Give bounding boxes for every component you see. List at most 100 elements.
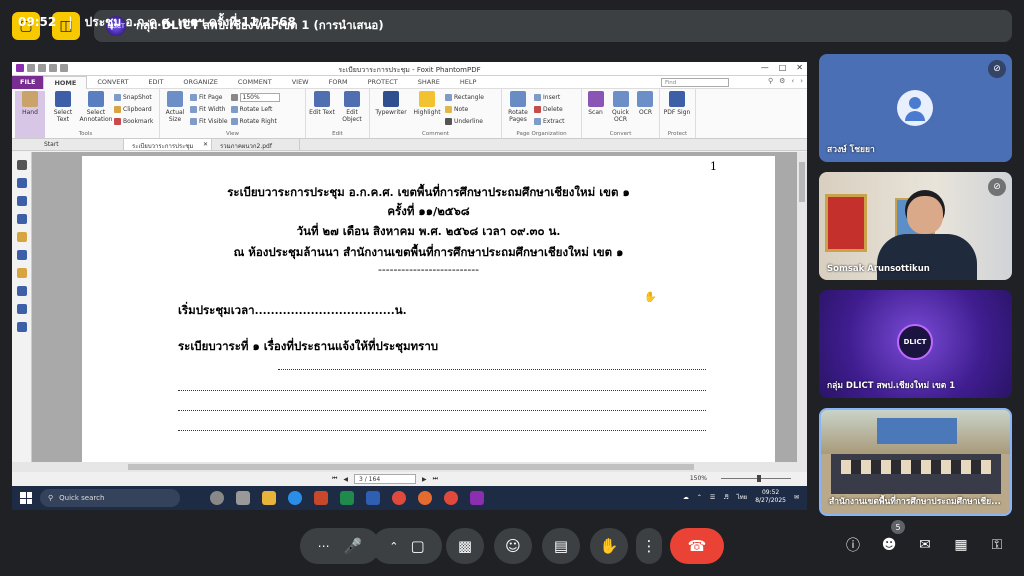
chevron-up-icon[interactable]: ⌃ — [389, 540, 398, 553]
chat-icon[interactable]: ✉ — [914, 534, 936, 556]
volume-icon[interactable]: ♬ — [723, 494, 728, 501]
lock-icon[interactable] — [16, 268, 27, 278]
zoom-select[interactable]: 150% — [239, 93, 280, 102]
delete-button[interactable]: Delete — [534, 105, 565, 114]
widgets-icon[interactable] — [236, 491, 250, 505]
chrome-profile-icon[interactable] — [444, 491, 458, 505]
attachments-icon[interactable] — [16, 250, 27, 260]
expand-panel-icon[interactable] — [16, 160, 27, 170]
bookmark-button[interactable]: Bookmark — [114, 117, 153, 126]
doc-tab-agenda[interactable]: ระเบียบวาระการประชุม ✕ — [124, 139, 212, 150]
menu-tab-form[interactable]: FORM — [319, 76, 358, 89]
rotate-left-button[interactable]: Rotate Left — [230, 105, 280, 114]
next-page-icon[interactable]: ▶ — [422, 476, 427, 483]
menu-tab-comment[interactable]: COMMENT — [228, 76, 282, 89]
taskbar-clock[interactable]: 09:52 8/27/2025 — [755, 489, 786, 505]
note-button[interactable]: Note — [445, 105, 484, 114]
windows-start-icon[interactable] — [20, 492, 32, 504]
insert-button[interactable]: Insert — [534, 93, 565, 102]
horizontal-scroll-thumb[interactable] — [128, 464, 694, 470]
edge-icon[interactable] — [288, 491, 302, 505]
menu-tab-share[interactable]: SHARE — [408, 76, 450, 89]
horizontal-scrollbar[interactable] — [12, 462, 807, 472]
host-controls-icon[interactable]: ⚿ — [986, 534, 1008, 556]
menu-tab-file[interactable]: FILE — [12, 75, 44, 89]
next-icon[interactable]: › — [800, 77, 803, 85]
document-icon[interactable] — [16, 286, 27, 296]
camera-button[interactable]: ⌃ ▢ — [372, 528, 442, 564]
participant-tile-active[interactable]: สำนักงานเขตพื้นที่การศึกษาประถมศึกษาเชีย… — [819, 408, 1012, 516]
powerpoint-icon[interactable] — [314, 491, 328, 505]
fit-visible-button[interactable]: Fit Visible — [190, 117, 228, 126]
maximize-icon[interactable]: □ — [779, 63, 787, 72]
rotate-right-button[interactable]: Rotate Right — [230, 117, 280, 126]
prev-icon[interactable]: ‹ — [791, 77, 794, 85]
raise-hand-button[interactable]: ✋ — [590, 528, 628, 564]
search-icon[interactable]: ⚲ — [768, 77, 773, 85]
doc-tab-start[interactable]: Start — [36, 139, 124, 150]
vertical-scrollbar[interactable] — [797, 152, 807, 472]
room-banner-image — [877, 418, 957, 444]
word-icon[interactable] — [366, 491, 380, 505]
underline-button[interactable]: Underline — [445, 117, 484, 126]
participant-tile[interactable]: ⊘ Somsak Arunsottikun — [819, 172, 1012, 280]
prev-page-icon[interactable]: ◀ — [343, 476, 348, 483]
close-icon[interactable]: ✕ — [796, 63, 803, 72]
more-audio-icon[interactable]: ⋯ — [318, 539, 330, 553]
participant-tile[interactable]: DLICT กลุ่ม DLICT สพป.เชียงใหม่ เขต 1 — [819, 290, 1012, 398]
task-view-icon[interactable] — [210, 491, 224, 505]
activities-icon[interactable]: ▦ — [950, 534, 972, 556]
meeting-details-icon[interactable]: ⓘ — [842, 534, 864, 556]
extract-button[interactable]: Extract — [534, 117, 565, 126]
more-options-button[interactable]: ⋮ — [636, 528, 662, 564]
zoom-slider-handle[interactable] — [757, 475, 761, 482]
vertical-scroll-thumb[interactable] — [799, 162, 805, 202]
participant-tile[interactable]: ⊘ สวงษ์ โชยยา — [819, 54, 1012, 162]
signature-icon[interactable] — [16, 322, 27, 332]
zoom-level[interactable]: 150% — [690, 475, 707, 482]
fit-width-button[interactable]: Fit Width — [190, 105, 228, 114]
leave-call-button[interactable]: ☎ — [670, 528, 724, 564]
zoom-slider[interactable] — [721, 475, 791, 482]
tray-arrow-icon[interactable]: ⌃ — [697, 494, 702, 501]
foxit-taskbar-icon[interactable] — [470, 491, 484, 505]
menu-tab-view[interactable]: VIEW — [282, 76, 319, 89]
menu-tab-home[interactable]: HOME — [43, 75, 88, 89]
pages-icon[interactable] — [16, 178, 27, 188]
close-tab-icon[interactable]: ✕ — [203, 141, 208, 148]
settings-icon[interactable]: ⚙ — [779, 77, 785, 85]
mic-button[interactable]: ⋯ 🎤 — [300, 528, 380, 564]
taskbar-search[interactable]: ⚲ Quick search — [40, 489, 180, 507]
reactions-button[interactable]: ☺ — [494, 528, 532, 564]
firefox-icon[interactable] — [418, 491, 432, 505]
first-page-icon[interactable]: ⏮ — [332, 475, 337, 483]
layers-icon[interactable] — [16, 214, 27, 224]
excel-icon[interactable] — [340, 491, 354, 505]
menu-tab-organize[interactable]: ORGANIZE — [173, 76, 227, 89]
snapshot-button[interactable]: SnapShot — [114, 93, 153, 102]
find-input[interactable]: Find — [661, 78, 729, 87]
clipboard-button[interactable]: Clipboard — [114, 105, 153, 114]
present-button[interactable]: ▩ — [446, 528, 484, 564]
network-icon[interactable]: ☰ — [710, 494, 715, 501]
bookmarks-panel-icon[interactable] — [16, 196, 27, 206]
chrome-icon[interactable] — [392, 491, 406, 505]
comments-panel-icon[interactable] — [16, 232, 27, 242]
fit-page-button[interactable]: Fit Page — [190, 93, 228, 102]
people-icon[interactable]: ☻ — [878, 534, 900, 556]
menu-tab-help[interactable]: HELP — [450, 76, 487, 89]
weather-icon[interactable]: ☁ — [683, 494, 689, 501]
page-number-input[interactable]: 3 / 164 — [354, 474, 417, 484]
menu-tab-edit[interactable]: EDIT — [138, 76, 173, 89]
menu-tab-convert[interactable]: CONVERT — [87, 76, 138, 89]
last-page-icon[interactable]: ⏭ — [433, 475, 438, 483]
captions-button[interactable]: ▤ — [542, 528, 580, 564]
menu-tab-protect[interactable]: PROTECT — [358, 76, 408, 89]
form-icon[interactable] — [16, 304, 27, 314]
doc-tab-appendix[interactable]: รวมภาคผนวก2.pdf — [212, 139, 300, 150]
language-indicator[interactable]: ไทย — [737, 492, 748, 502]
rectangle-button[interactable]: Rectangle — [445, 93, 484, 102]
minimize-icon[interactable]: — — [761, 63, 769, 72]
file-explorer-icon[interactable] — [262, 491, 276, 505]
notification-icon[interactable]: ✉ — [794, 494, 799, 501]
